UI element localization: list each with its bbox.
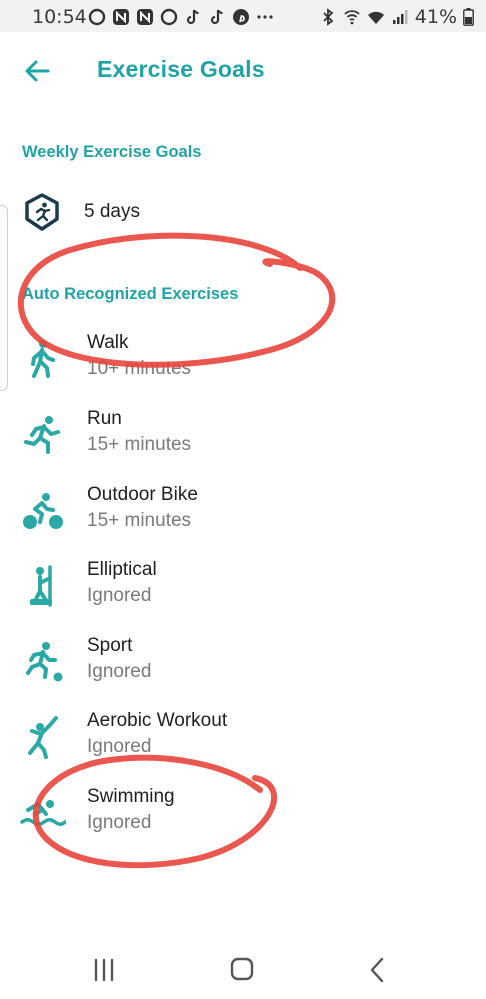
n-app-icon	[137, 9, 153, 25]
tiktok-icon	[210, 9, 223, 25]
pinterest-icon	[233, 9, 249, 25]
exercise-value: Ignored	[87, 812, 152, 833]
sport-icon	[26, 642, 63, 682]
system-status-icons: 41%	[319, 6, 474, 28]
aerobic-icon	[28, 716, 58, 759]
exercise-row-outdoor-bike[interactable]: Outdoor Bike 15+ minutes	[0, 478, 486, 548]
exercise-row-elliptical[interactable]: Elliptical Ignored	[0, 553, 486, 623]
weekly-goal-row[interactable]: 5 days	[0, 188, 486, 236]
exercise-value: 15+ minutes	[87, 434, 192, 455]
exercise-value: 10+ minutes	[87, 358, 192, 379]
back-nav-icon[interactable]	[360, 954, 396, 986]
circle-app-icon	[88, 8, 106, 26]
status-bar: 10:54 41%	[0, 0, 486, 32]
battery-percent: 41%	[414, 6, 457, 28]
system-nav-bar	[0, 940, 486, 999]
exercise-value: Ignored	[87, 736, 152, 757]
auto-recognized-section-label: Auto Recognized Exercises	[22, 285, 239, 303]
exercise-name: Sport	[87, 635, 133, 656]
exercise-name: Aerobic Workout	[87, 710, 228, 731]
walk-icon	[31, 340, 55, 378]
bluetooth-icon	[323, 8, 334, 26]
wifi-call-icon	[344, 10, 360, 25]
signal-icon	[392, 10, 408, 24]
exercise-name: Swimming	[87, 786, 175, 807]
notification-icons	[88, 8, 274, 26]
status-time: 10:54	[32, 6, 87, 28]
swimming-icon	[20, 800, 66, 826]
exercise-name: Outdoor Bike	[87, 484, 198, 505]
run-icon	[24, 416, 60, 454]
wifi-icon	[367, 11, 384, 24]
recent-apps-icon[interactable]	[86, 954, 122, 986]
exercise-row-run[interactable]: Run 15+ minutes	[0, 402, 486, 472]
page-title: Exercise Goals	[97, 56, 265, 82]
exercise-value: 15+ minutes	[87, 510, 192, 531]
exercise-value: Ignored	[87, 585, 152, 606]
home-icon[interactable]	[224, 954, 260, 986]
arrow-left-icon[interactable]	[22, 56, 52, 86]
exercise-name: Walk	[87, 332, 129, 353]
exercise-name: Run	[87, 408, 122, 429]
exercise-row-walk[interactable]: Walk 10+ minutes	[0, 326, 486, 396]
weekly-goal-value: 5 days	[84, 201, 140, 222]
circle-app-icon	[160, 8, 178, 26]
exercise-value: Ignored	[87, 661, 152, 682]
battery-icon	[463, 8, 474, 26]
exercise-name: Elliptical	[87, 559, 157, 580]
weekly-goals-section-label: Weekly Exercise Goals	[22, 143, 202, 161]
exercise-row-aerobic-workout[interactable]: Aerobic Workout Ignored	[0, 704, 486, 774]
n-app-icon	[113, 9, 129, 25]
elliptical-icon	[30, 565, 52, 607]
more-icon	[257, 15, 273, 19]
exercise-row-swimming[interactable]: Swimming Ignored	[0, 780, 486, 850]
exercise-row-sport[interactable]: Sport Ignored	[0, 629, 486, 699]
runner-badge-icon	[25, 193, 59, 231]
tiktok-icon	[186, 9, 199, 25]
bike-icon	[23, 493, 63, 529]
